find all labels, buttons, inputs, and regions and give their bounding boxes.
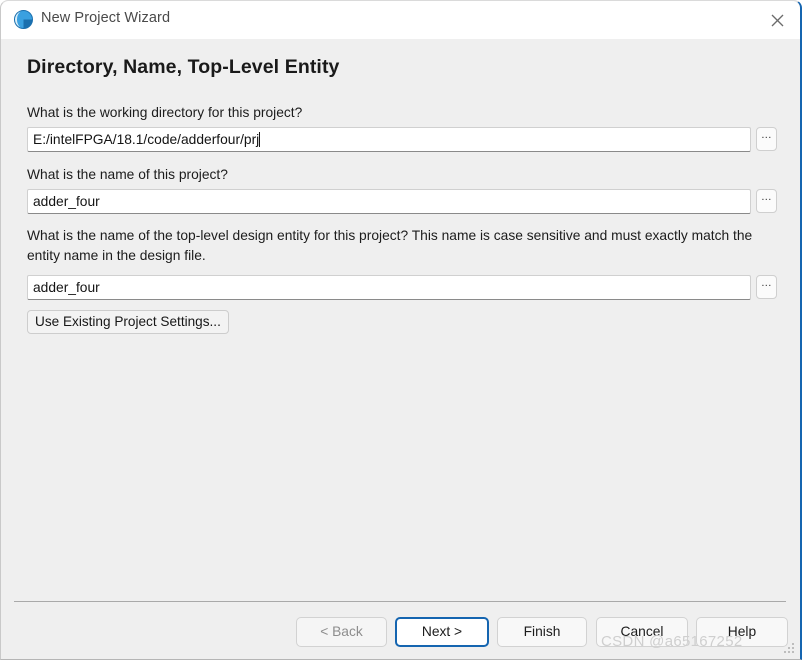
- globe-icon: [13, 9, 34, 30]
- close-icon[interactable]: [754, 1, 800, 39]
- project-name-input[interactable]: adder_four: [27, 189, 751, 214]
- browse-top-level-entity-button[interactable]: ...: [756, 275, 777, 299]
- top-level-entity-input[interactable]: adder_four: [27, 275, 751, 300]
- text-caret: [259, 132, 261, 147]
- next-button[interactable]: Next >: [395, 617, 489, 647]
- top-level-entity-label: What is the name of the top-level design…: [27, 228, 753, 263]
- title-bar: New Project Wizard: [1, 1, 800, 39]
- watermark: CSDN @a65167252: [601, 633, 743, 650]
- use-existing-project-settings-button[interactable]: Use Existing Project Settings...: [27, 310, 229, 334]
- resize-grip[interactable]: [783, 643, 795, 655]
- working-directory-label: What is the working directory for this p…: [27, 105, 303, 120]
- working-directory-input[interactable]: E:/intelFPGA/18.1/code/adderfour/prj: [27, 127, 751, 152]
- new-project-wizard-window: New Project Wizard Directory, Name, Top-…: [0, 0, 802, 660]
- back-button[interactable]: < Back: [296, 617, 387, 647]
- working-directory-value: E:/intelFPGA/18.1/code/adderfour/prj: [33, 132, 260, 147]
- wizard-content: Directory, Name, Top-Level Entity What i…: [1, 39, 800, 659]
- browse-working-directory-button[interactable]: ...: [756, 127, 777, 151]
- window-title: New Project Wizard: [41, 10, 171, 26]
- project-name-label: What is the name of this project?: [27, 167, 228, 182]
- footer-divider: [14, 601, 786, 602]
- page-title: Directory, Name, Top-Level Entity: [27, 56, 340, 78]
- finish-button[interactable]: Finish: [497, 617, 587, 647]
- browse-project-name-button[interactable]: ...: [756, 189, 777, 213]
